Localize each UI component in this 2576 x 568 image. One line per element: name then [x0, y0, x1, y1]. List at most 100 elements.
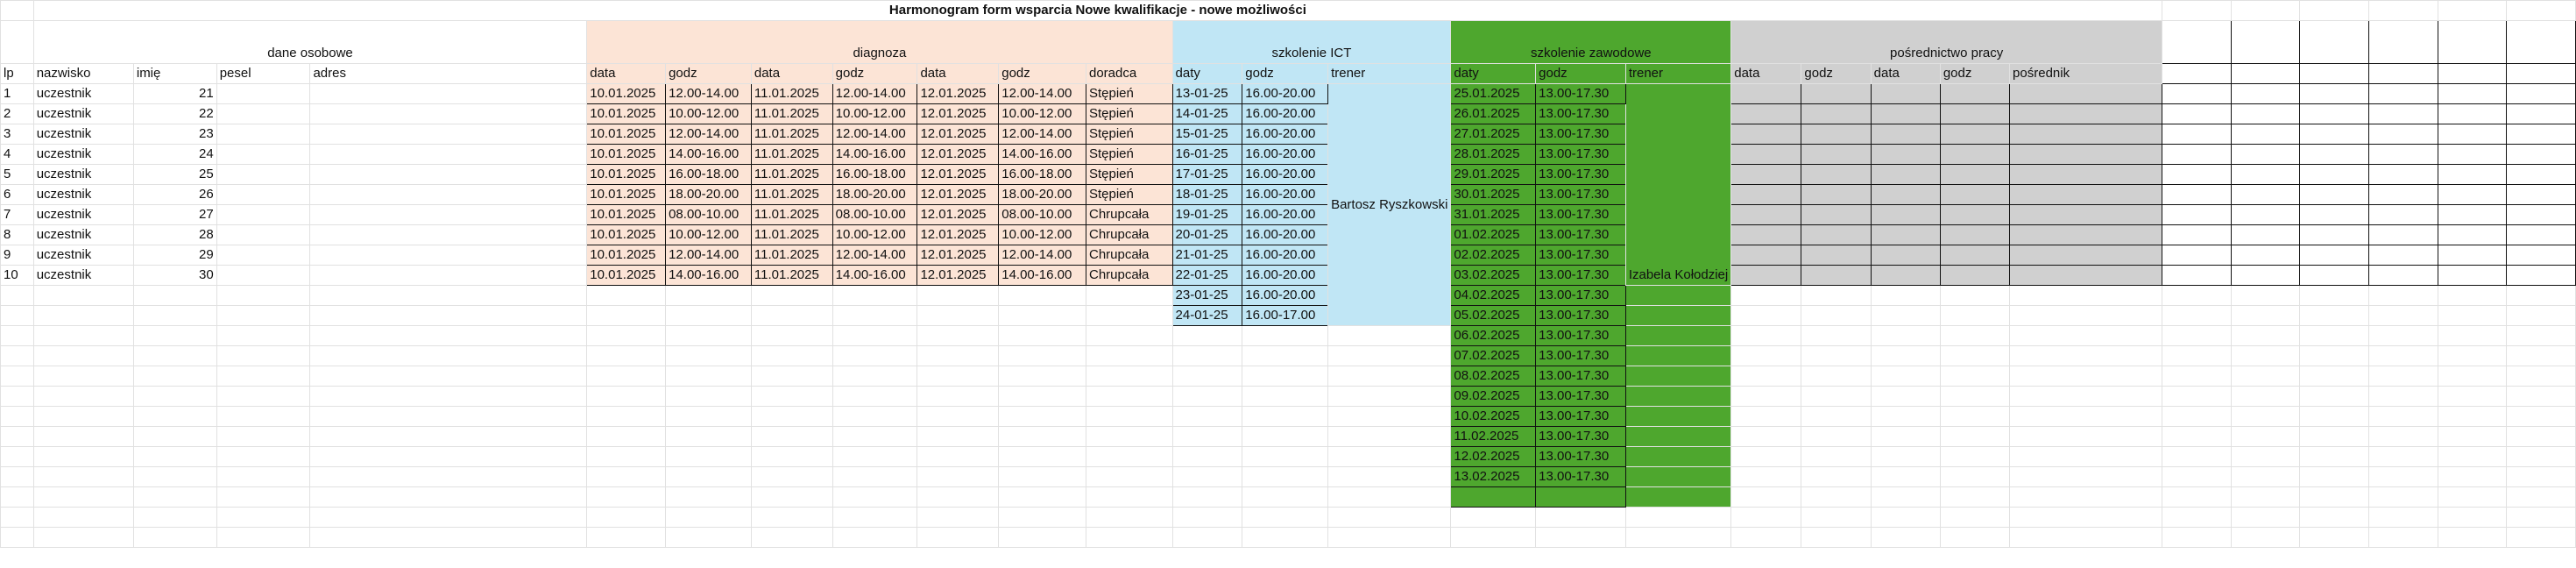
cell[interactable]	[2299, 466, 2369, 487]
cell[interactable]	[2367, 204, 2438, 225]
cell[interactable]	[1801, 406, 1872, 427]
cell[interactable]	[1242, 426, 1329, 447]
cell[interactable]	[32, 466, 134, 487]
cell-diagnosis-doradca[interactable]: Stępień	[1085, 184, 1173, 205]
cell[interactable]	[832, 466, 918, 487]
cell[interactable]	[1870, 184, 1941, 205]
cell[interactable]	[2506, 245, 2576, 266]
col-data[interactable]: data	[1730, 63, 1802, 84]
cell[interactable]	[309, 406, 588, 427]
cell[interactable]	[1801, 83, 1872, 104]
cell-voc-date[interactable]: 09.02.2025	[1450, 386, 1537, 407]
cell[interactable]	[1171, 426, 1243, 447]
cell-imie[interactable]: 26	[132, 184, 217, 205]
cell[interactable]	[750, 426, 833, 447]
cell[interactable]	[2009, 184, 2163, 205]
cell[interactable]	[916, 345, 1000, 366]
cell[interactable]	[2162, 527, 2232, 548]
cell[interactable]	[2299, 0, 2369, 21]
cell[interactable]	[1939, 103, 2011, 124]
cell[interactable]	[1730, 245, 1802, 266]
cell[interactable]	[2230, 164, 2301, 185]
cell[interactable]	[1624, 305, 1732, 326]
cell[interactable]	[1939, 507, 2011, 528]
cell-ict-hours[interactable]: 16.00-20.00	[1242, 285, 1329, 306]
cell[interactable]	[0, 466, 34, 487]
cell[interactable]	[1624, 386, 1732, 407]
cell[interactable]	[0, 486, 34, 508]
cell-pesel[interactable]	[216, 184, 311, 205]
cell[interactable]	[1624, 406, 1732, 427]
cell[interactable]	[586, 426, 667, 447]
cell[interactable]	[2299, 366, 2369, 387]
cell[interactable]	[2230, 386, 2301, 407]
cell[interactable]	[2437, 366, 2508, 387]
cell-diagnosis-d1[interactable]: 10.01.2025	[586, 103, 667, 124]
cell[interactable]	[998, 305, 1086, 326]
cell[interactable]	[2162, 83, 2232, 104]
cell[interactable]	[1939, 184, 2011, 205]
cell[interactable]	[132, 527, 217, 548]
cell-diagnosis-g1[interactable]: 08.00-10.00	[665, 204, 752, 225]
cell-imie[interactable]: 29	[132, 245, 217, 266]
cell[interactable]	[2299, 20, 2369, 64]
cell[interactable]	[665, 486, 752, 508]
cell-voc-hours[interactable]: 13.00-17.30	[1535, 426, 1626, 447]
cell[interactable]	[0, 285, 34, 306]
cell[interactable]	[1939, 325, 2011, 346]
cell-diagnosis-g2[interactable]: 10.00-12.00	[832, 224, 918, 245]
cell[interactable]	[2299, 204, 2369, 225]
cell[interactable]	[1870, 103, 1941, 124]
col-data[interactable]: data	[586, 63, 667, 84]
cell[interactable]	[309, 446, 588, 467]
cell[interactable]	[2162, 20, 2232, 64]
cell[interactable]	[2299, 224, 2369, 245]
cell[interactable]	[2009, 204, 2163, 225]
cell[interactable]	[2162, 366, 2232, 387]
cell[interactable]	[2299, 426, 2369, 447]
cell[interactable]	[0, 325, 34, 346]
cell[interactable]	[1939, 144, 2011, 165]
cell[interactable]	[2299, 406, 2369, 427]
cell-ict-hours[interactable]: 16.00-20.00	[1242, 144, 1329, 165]
cell-nazwisko[interactable]: uczestnik	[32, 265, 134, 286]
cell-ict-hours[interactable]: 16.00-20.00	[1242, 265, 1329, 286]
cell-diagnosis-d2[interactable]: 11.01.2025	[750, 245, 833, 266]
cell[interactable]	[0, 20, 34, 64]
cell-voc-hours[interactable]: 13.00-17.30	[1535, 325, 1626, 346]
col-daty[interactable]: daty	[1171, 63, 1243, 84]
cell[interactable]	[586, 285, 667, 306]
cell[interactable]	[1085, 507, 1173, 528]
cell[interactable]	[2009, 386, 2163, 407]
cell-diagnosis-g3[interactable]: 10.00-12.00	[998, 224, 1086, 245]
cell[interactable]	[2230, 204, 2301, 225]
cell[interactable]	[750, 406, 833, 427]
cell-diagnosis-d3[interactable]: 12.01.2025	[916, 204, 1000, 225]
cell[interactable]	[1801, 224, 1872, 245]
cell[interactable]	[2367, 305, 2438, 326]
cell[interactable]	[1085, 366, 1173, 387]
cell-diagnosis-doradca[interactable]: Chrupcała	[1085, 204, 1173, 225]
cell[interactable]	[1171, 386, 1243, 407]
cell[interactable]	[2230, 245, 2301, 266]
cell[interactable]	[1939, 124, 2011, 145]
cell[interactable]	[1624, 466, 1732, 487]
cell[interactable]	[309, 426, 588, 447]
cell[interactable]	[1870, 164, 1941, 185]
cell[interactable]	[1870, 245, 1941, 266]
cell[interactable]	[2437, 426, 2508, 447]
cell[interactable]	[2437, 204, 2508, 225]
cell[interactable]	[1327, 446, 1452, 467]
cell[interactable]	[1801, 184, 1872, 205]
cell[interactable]	[1171, 366, 1243, 387]
cell[interactable]	[2437, 446, 2508, 467]
cell[interactable]	[1730, 466, 1802, 487]
cell-diagnosis-g3[interactable]: 14.00-16.00	[998, 265, 1086, 286]
cell[interactable]	[132, 406, 217, 427]
cell-voc-hours[interactable]: 13.00-17.30	[1535, 204, 1626, 225]
cell[interactable]	[2367, 507, 2438, 528]
cell-voc-hours[interactable]: 13.00-17.30	[1535, 83, 1626, 104]
cell[interactable]	[2230, 144, 2301, 165]
cell-diagnosis-doradca[interactable]: Stępień	[1085, 83, 1173, 104]
cell-ict-date[interactable]: 15-01-25	[1171, 124, 1243, 145]
